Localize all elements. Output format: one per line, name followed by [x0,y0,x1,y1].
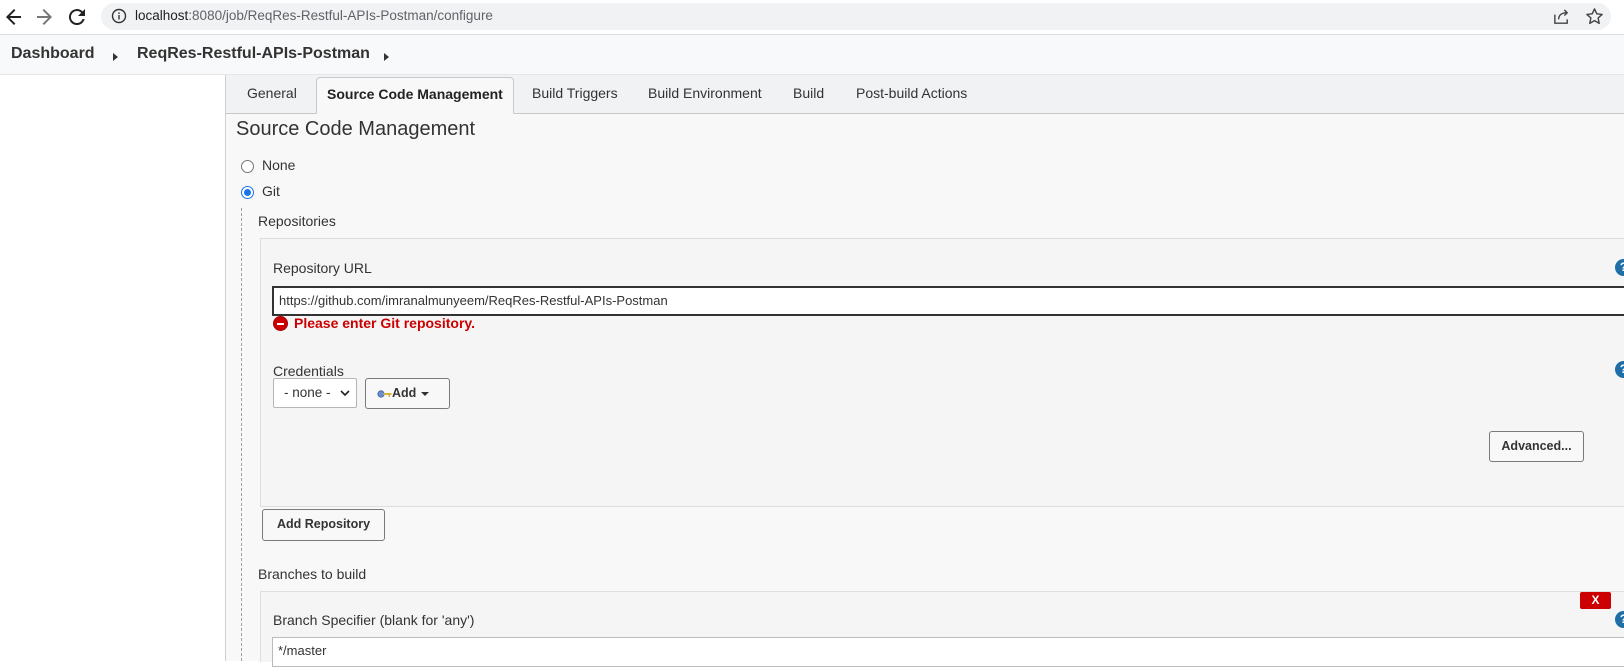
delete-branch-button[interactable]: X [1580,592,1611,609]
radio-git[interactable] [241,186,254,199]
repository-url-label: Repository URL [273,260,372,276]
credentials-select[interactable]: - none - [273,378,357,408]
radio-none-label[interactable]: None [262,157,295,173]
chevron-down-icon [340,390,350,397]
url-path: :8080/job/ReqRes-Restful-APIs-Postman/co… [188,8,493,23]
radio-git-label[interactable]: Git [262,183,280,199]
branch-specifier-label: Branch Specifier (blank for 'any') [273,612,475,628]
add-credentials-button[interactable]: Add [365,378,450,409]
radio-none[interactable] [241,160,254,173]
add-button-label: Add [392,386,417,400]
error-message: Please enter Git repository. [294,315,476,331]
star-icon[interactable] [1585,7,1604,26]
advanced-button[interactable]: Advanced... [1489,431,1584,462]
repositories-label: Repositories [258,213,336,229]
section-title: Source Code Management [236,118,476,140]
breadcrumb-dashboard[interactable]: Dashboard [11,45,95,63]
tab-post-build-actions[interactable]: Post-build Actions [856,85,967,101]
forward-arrow-icon[interactable] [32,5,56,29]
back-arrow-icon[interactable] [2,5,26,29]
address-bar[interactable]: localhost:8080/job/ReqRes-Restful-APIs-P… [101,3,1611,30]
credentials-select-value: - none - [284,385,331,400]
add-repository-button[interactable]: Add Repository [262,509,385,541]
tab-build-environment[interactable]: Build Environment [648,85,762,101]
tab-build[interactable]: Build [793,85,824,101]
branches-to-build-label: Branches to build [258,566,367,582]
breadcrumb-chevron-icon[interactable] [113,53,118,61]
breadcrumb-chevron-icon[interactable] [384,53,389,61]
tab-build-triggers[interactable]: Build Triggers [532,85,618,101]
repository-url-input[interactable]: https://github.com/imranalmunyeem/ReqRes… [272,286,1624,316]
key-icon [377,390,392,398]
url-host: localhost [135,8,189,23]
breadcrumb-job[interactable]: ReqRes-Restful-APIs-Postman [137,45,370,63]
caret-down-icon [421,392,429,396]
branch-specifier-input[interactable]: */master [272,637,1624,667]
breadcrumb: Dashboard ReqRes-Restful-APIs-Postman [0,35,1624,75]
tab-general[interactable]: General [247,85,297,101]
reload-icon[interactable] [65,5,89,29]
info-icon[interactable] [111,8,127,24]
error-icon [273,316,288,331]
browser-toolbar: localhost:8080/job/ReqRes-Restful-APIs-P… [0,0,1624,35]
tab-source-code-management[interactable]: Source Code Management [316,77,514,114]
side-panel [0,75,225,661]
config-main: General Source Code Management Build Tri… [226,75,1624,667]
share-icon[interactable] [1552,7,1571,26]
nested-section-guide [241,208,242,661]
url-text[interactable]: localhost:8080/job/ReqRes-Restful-APIs-P… [135,8,493,23]
repository-panel [260,238,1624,507]
config-tabbar: General Source Code Management Build Tri… [226,75,1624,114]
credentials-label: Credentials [273,363,344,379]
